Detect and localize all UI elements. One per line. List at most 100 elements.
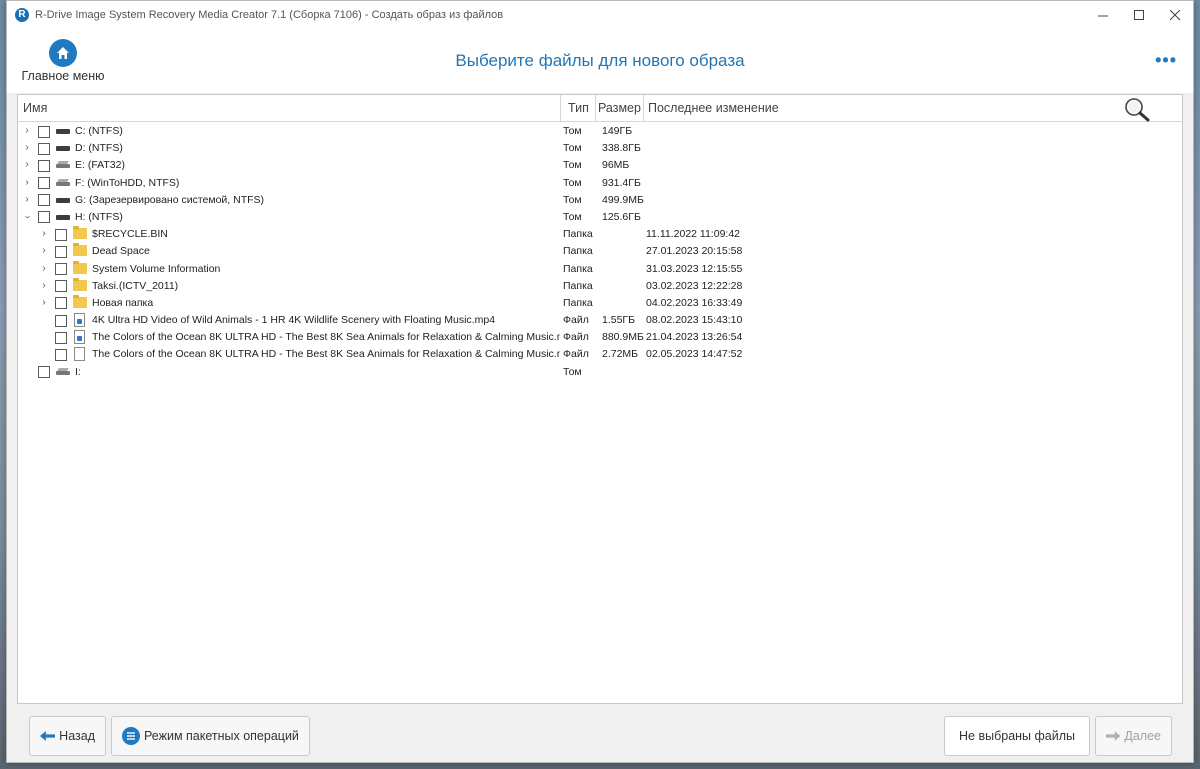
column-type[interactable]: Тип — [568, 95, 589, 122]
batch-mode-button[interactable]: Режим пакетных операций — [111, 716, 310, 756]
row-checkbox[interactable] — [38, 159, 50, 172]
app-logo-icon: R — [15, 8, 29, 22]
batch-mode-label: Режим пакетных операций — [144, 729, 299, 743]
row-checkbox[interactable] — [55, 348, 67, 361]
minimize-button[interactable] — [1085, 1, 1121, 29]
column-name[interactable]: Имя — [23, 95, 47, 122]
row-checkbox[interactable] — [55, 314, 67, 327]
row-checkbox[interactable] — [55, 263, 67, 275]
expand-chevron-icon[interactable]: › — [22, 177, 32, 189]
tree-row[interactable]: › $RECYCLE.BIN Папка 11.11.2022 11:09:42 — [18, 226, 1182, 243]
media-file-icon — [74, 313, 85, 328]
folder-icon — [73, 243, 87, 257]
header: Главное меню Выберите файлы для нового о… — [7, 29, 1193, 93]
drive-icon — [56, 214, 70, 220]
back-button[interactable]: Назад — [29, 716, 106, 756]
file-list: › C: (NTFS) Том 149ГБ › D: (NTFS) Том 33… — [18, 123, 1182, 381]
expand-chevron-icon[interactable]: › — [22, 159, 32, 171]
column-divider[interactable] — [560, 95, 561, 122]
row-type: Папка — [563, 245, 593, 258]
app-window: R R-Drive Image System Recovery Media Cr… — [6, 0, 1194, 763]
row-size: 338.8ГБ — [602, 142, 641, 155]
expand-chevron-icon[interactable]: › — [39, 228, 49, 240]
row-checkbox[interactable] — [38, 366, 50, 379]
row-type: Том — [563, 365, 582, 378]
arrow-left-icon — [40, 730, 56, 742]
row-size: 149ГБ — [602, 125, 633, 137]
row-name: F: (WinToHDD, NTFS) — [75, 176, 180, 189]
expand-chevron-icon[interactable]: › — [39, 245, 49, 257]
drive-icon — [56, 129, 70, 134]
tree-row[interactable]: › System Volume Information Папка 31.03.… — [18, 260, 1182, 278]
row-checkbox[interactable] — [38, 142, 50, 155]
column-header: Имя Тип Размер Последнее изменение — [18, 95, 1182, 122]
expand-chevron-icon[interactable]: › — [22, 125, 32, 137]
collapse-chevron-icon[interactable]: › — [21, 212, 33, 222]
expand-chevron-icon[interactable]: › — [22, 194, 32, 206]
row-checkbox[interactable] — [38, 125, 50, 138]
more-options-icon[interactable]: ••• — [1155, 50, 1177, 71]
row-type: Папка — [563, 228, 593, 241]
main-menu-label: Главное меню — [21, 69, 105, 83]
row-name: I: — [75, 365, 81, 378]
column-divider[interactable] — [643, 95, 644, 122]
expand-chevron-icon[interactable]: › — [39, 280, 49, 292]
column-divider[interactable] — [595, 95, 596, 122]
tree-row[interactable]: › E: (FAT32) Том 96МБ — [18, 157, 1182, 174]
row-checkbox[interactable] — [55, 245, 67, 258]
column-size[interactable]: Размер — [598, 95, 641, 122]
row-type: Папка — [563, 262, 593, 275]
folder-icon — [73, 260, 87, 274]
tree-row[interactable]: › D: (NTFS) Том 338.8ГБ — [18, 140, 1182, 157]
row-type: Файл — [563, 331, 589, 344]
expand-chevron-icon[interactable]: › — [39, 263, 49, 275]
expand-chevron-icon[interactable]: › — [22, 142, 32, 154]
back-label: Назад — [59, 729, 95, 743]
minimize-icon — [1097, 15, 1108, 16]
row-checkbox[interactable] — [55, 228, 67, 241]
folder-icon — [73, 294, 87, 308]
maximize-button[interactable] — [1121, 1, 1157, 29]
row-type: Том — [563, 159, 582, 172]
row-checkbox[interactable] — [38, 177, 50, 190]
row-type: Файл — [563, 314, 589, 327]
search-button[interactable] — [1122, 96, 1154, 122]
tree-row[interactable]: I: Том — [18, 364, 1182, 381]
row-date: 21.04.2023 13:26:54 — [646, 331, 743, 344]
arrow-right-icon — [1106, 731, 1121, 741]
column-modified[interactable]: Последнее изменение — [648, 95, 779, 122]
row-type: Файл — [563, 348, 589, 361]
row-checkbox[interactable] — [55, 297, 67, 310]
row-type: Том — [563, 125, 582, 137]
tree-row[interactable]: › H: (NTFS) Том 125.6ГБ — [18, 209, 1182, 226]
row-type: Папка — [563, 296, 593, 309]
row-date: 08.02.2023 15:43:10 — [646, 314, 743, 327]
row-name: E: (FAT32) — [75, 159, 125, 172]
tree-row[interactable]: › C: (NTFS) Том 149ГБ — [18, 123, 1182, 140]
selection-status-button[interactable]: Не выбраны файлы — [944, 716, 1090, 756]
row-checkbox[interactable] — [38, 211, 50, 224]
tree-row[interactable]: › Taksi.(ICTV_2011) Папка 03.02.2023 12:… — [18, 277, 1182, 295]
close-button[interactable] — [1157, 1, 1193, 29]
close-icon — [1169, 9, 1180, 20]
row-checkbox[interactable] — [55, 280, 67, 293]
removable-drive-icon — [56, 181, 70, 186]
tree-row[interactable]: The Colors of the Ocean 8K ULTRA HD - Th… — [18, 329, 1182, 346]
row-checkbox[interactable] — [55, 331, 67, 344]
tree-row[interactable]: 4K Ultra HD Video of Wild Animals - 1 HR… — [18, 312, 1182, 329]
tree-row[interactable]: The Colors of the Ocean 8K ULTRA HD - Th… — [18, 346, 1182, 363]
tree-row[interactable]: › G: (Зарезервировано системой, NTFS) То… — [18, 192, 1182, 209]
row-checkbox[interactable] — [38, 194, 50, 207]
tree-row[interactable]: › Новая папка Папка 04.02.2023 16:33:49 — [18, 294, 1182, 312]
row-date: 04.02.2023 16:33:49 — [646, 296, 743, 309]
removable-drive-icon — [56, 370, 70, 375]
row-type: Том — [563, 142, 582, 155]
next-button[interactable]: Далее — [1095, 716, 1172, 756]
tree-row[interactable]: › Dead Space Папка 27.01.2023 20:15:58 — [18, 243, 1182, 260]
tree-row[interactable]: › F: (WinToHDD, NTFS) Том 931.4ГБ — [18, 175, 1182, 192]
row-name: System Volume Information — [92, 262, 221, 275]
row-type: Том — [563, 210, 582, 223]
expand-chevron-icon[interactable]: › — [39, 297, 49, 309]
next-label: Далее — [1124, 729, 1161, 743]
window-title: R-Drive Image System Recovery Media Crea… — [35, 9, 504, 21]
